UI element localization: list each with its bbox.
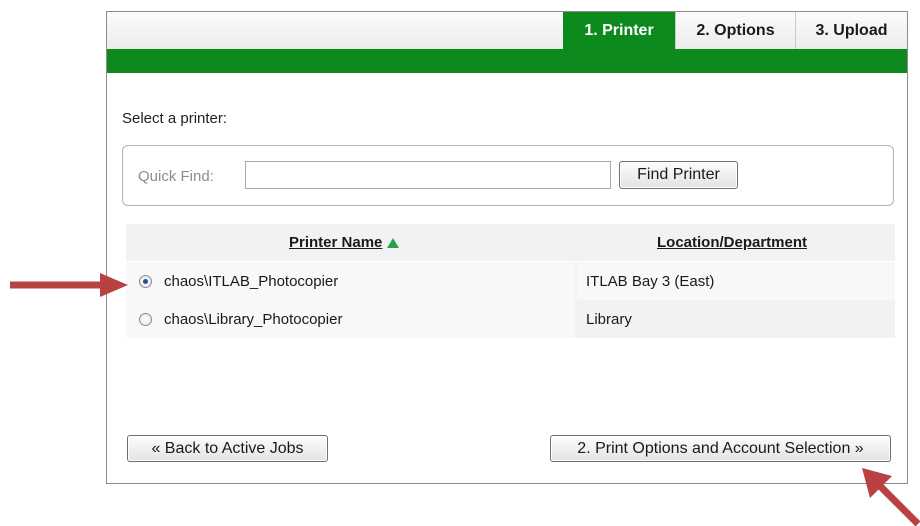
- printer-selection-panel: 1. Printer 2. Options 3. Upload Select a…: [106, 11, 908, 484]
- arrow-up-left-icon: [862, 468, 920, 526]
- header-cell-name: Printer Name: [126, 224, 575, 261]
- printer-radio-selected[interactable]: [139, 275, 152, 288]
- quick-find-box: Quick Find: Find Printer: [122, 145, 894, 206]
- header-cell-location: Location/Department: [577, 224, 895, 261]
- select-printer-label: Select a printer:: [122, 110, 228, 127]
- back-to-active-jobs-button[interactable]: « Back to Active Jobs: [127, 435, 328, 462]
- printer-name-header-label: Printer Name: [289, 234, 383, 251]
- print-options-next-button[interactable]: 2. Print Options and Account Selection »: [550, 435, 891, 462]
- find-printer-button[interactable]: Find Printer: [619, 161, 738, 189]
- printer-location: Library: [586, 311, 632, 328]
- location-header[interactable]: Location/Department: [657, 234, 807, 251]
- printer-name: chaos\Library_Photocopier: [164, 311, 343, 328]
- location-cell: ITLAB Bay 3 (East): [577, 262, 895, 300]
- table-row[interactable]: chaos\Library_Photocopier Library: [126, 300, 895, 338]
- header-bar: [107, 49, 907, 73]
- tab-printer[interactable]: 1. Printer: [563, 12, 675, 49]
- printer-name-cell: chaos\Library_Photocopier: [126, 300, 575, 338]
- quick-find-label: Quick Find:: [138, 168, 214, 185]
- tab-upload[interactable]: 3. Upload: [795, 12, 907, 49]
- table-row[interactable]: chaos\ITLAB_Photocopier ITLAB Bay 3 (Eas…: [126, 262, 895, 300]
- table-header-row: Printer Name Location/Department: [126, 224, 895, 261]
- printer-name-header[interactable]: Printer Name: [289, 234, 400, 251]
- printer-radio[interactable]: [139, 313, 152, 326]
- location-cell: Library: [577, 300, 895, 338]
- sort-ascending-icon: [387, 238, 400, 249]
- arrow-right-icon: [10, 273, 128, 297]
- printer-name-cell: chaos\ITLAB_Photocopier: [126, 262, 575, 300]
- printer-name: chaos\ITLAB_Photocopier: [164, 273, 339, 290]
- quick-find-input[interactable]: [245, 161, 611, 189]
- printer-location: ITLAB Bay 3 (East): [586, 273, 715, 290]
- tab-options[interactable]: 2. Options: [675, 12, 795, 49]
- wizard-tabs: 1. Printer 2. Options 3. Upload: [107, 12, 907, 49]
